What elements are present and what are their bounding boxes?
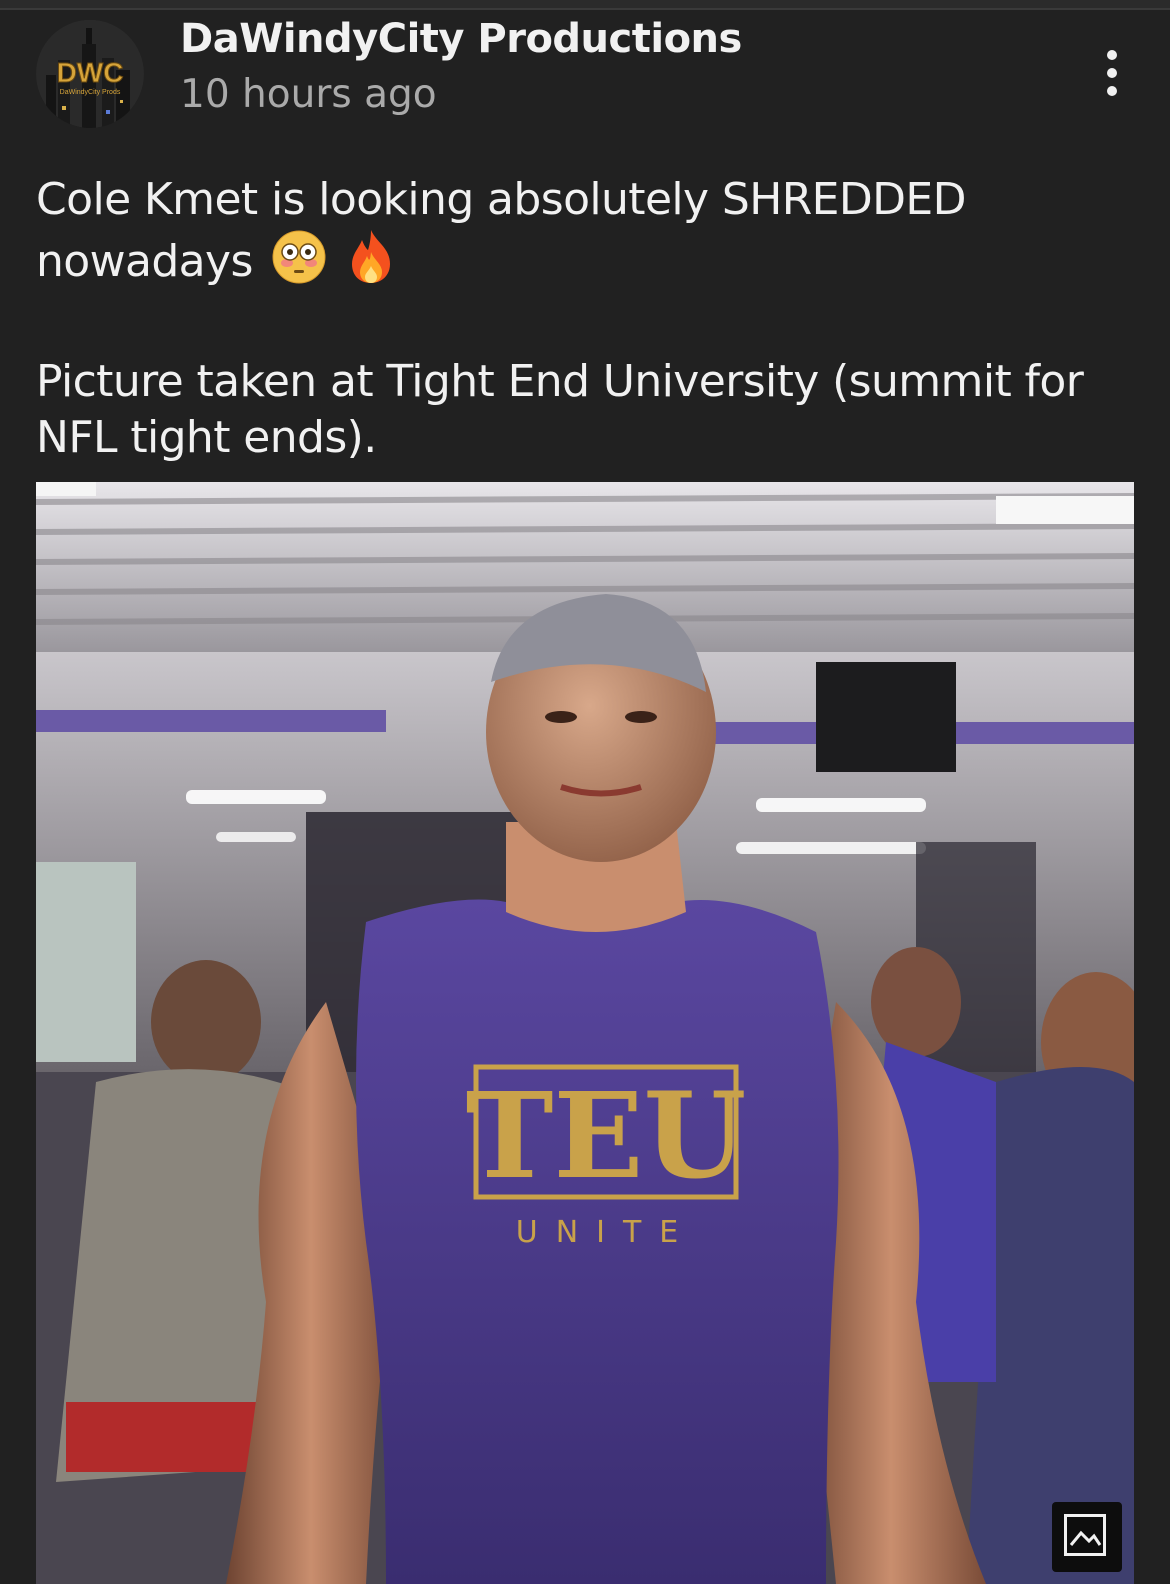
top-divider (0, 0, 1170, 10)
post-timestamp: 10 hours ago (180, 72, 437, 117)
image-icon (1064, 1514, 1106, 1556)
post-body-text: Cole Kmet is looking absolutely SHREDDED… (36, 172, 1136, 466)
image-badge[interactable] (1052, 1502, 1122, 1572)
fire-icon (346, 228, 396, 298)
post-text-line: Cole Kmet is looking absolutely SHREDDED (36, 174, 967, 225)
ellipsis-dot (1107, 86, 1117, 96)
channel-name[interactable]: DaWindyCity Productions (180, 16, 742, 62)
ellipsis-dot (1107, 68, 1117, 78)
shirt-logo-text: TEU (466, 1066, 747, 1205)
shirt-logo-subtext: UNITE (516, 1215, 697, 1250)
post-header: DWC DaWindyCity Prods DaWindyCity Produc… (0, 10, 1170, 130)
post-text-line: Picture taken at Tight End University (s… (36, 356, 1084, 407)
more-options-button[interactable] (1092, 38, 1132, 108)
post-text-line-with-emoji: nowadays (36, 228, 1136, 298)
post-image[interactable]: TEU UNITE (36, 482, 1134, 1584)
avatar-subtext: DaWindyCity Prods (60, 89, 121, 96)
post-text-line: nowadays (36, 236, 253, 287)
flushed-face-icon (272, 230, 326, 298)
channel-avatar[interactable]: DWC DaWindyCity Prods (36, 20, 144, 128)
avatar-text: DWC (57, 57, 124, 88)
vertical-ellipsis-icon (1107, 50, 1117, 60)
post-text-line: NFL tight ends). (36, 412, 377, 463)
